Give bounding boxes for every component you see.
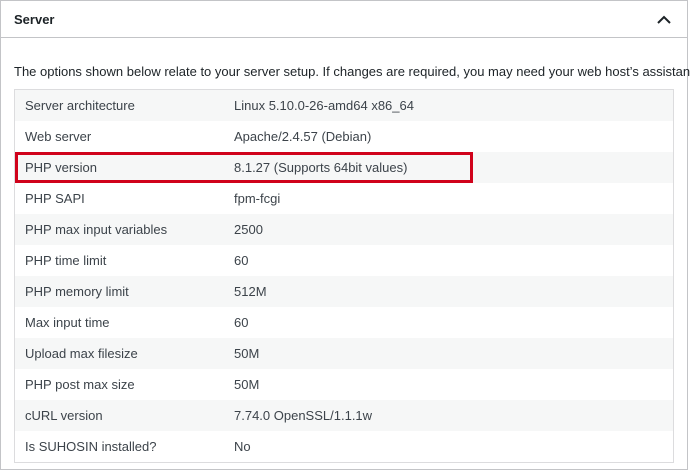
row-value: 60 [224, 245, 674, 276]
server-info-table: Server architecture Linux 5.10.0-26-amd64… [14, 89, 674, 463]
row-label: PHP memory limit [14, 276, 224, 307]
table-row: PHP memory limit 512M [14, 276, 674, 307]
row-value: 60 [224, 307, 674, 338]
row-label: Upload max filesize [14, 338, 224, 369]
table-row: PHP max input variables 2500 [14, 214, 674, 245]
row-value: 2500 [224, 214, 674, 245]
row-value: Linux 5.10.0-26-amd64 x86_64 [224, 89, 674, 121]
table-row: PHP SAPI fpm-fcgi [14, 183, 674, 214]
row-label: Server architecture [14, 89, 224, 121]
panel-title: Server [14, 11, 55, 27]
row-value: 50M [224, 369, 674, 400]
row-label: cURL version [14, 400, 224, 431]
table-row: PHP version 8.1.27 (Supports 64bit values… [14, 152, 674, 183]
row-value: Apache/2.4.57 (Debian) [224, 121, 674, 152]
table-row: Is SUHOSIN installed? No [14, 431, 674, 463]
table-row: Max input time 60 [14, 307, 674, 338]
row-label: PHP time limit [14, 245, 224, 276]
table-row: PHP post max size 50M [14, 369, 674, 400]
table-row: Upload max filesize 50M [14, 338, 674, 369]
table-row: Server architecture Linux 5.10.0-26-amd64… [14, 89, 674, 121]
panel-description: The options shown below relate to your s… [14, 64, 690, 79]
table-row: Web server Apache/2.4.57 (Debian) [14, 121, 674, 152]
row-label: PHP max input variables [14, 214, 224, 245]
server-panel-header[interactable]: Server [1, 1, 687, 38]
row-value: 7.74.0 OpenSSL/1.1.1w [224, 400, 674, 431]
row-value: No [224, 431, 674, 463]
chevron-up-icon[interactable] [653, 8, 675, 30]
row-label: Is SUHOSIN installed? [14, 431, 224, 463]
row-label: Max input time [14, 307, 224, 338]
row-value: 50M [224, 338, 674, 369]
row-label: Web server [14, 121, 224, 152]
row-label: PHP post max size [14, 369, 224, 400]
row-label: PHP SAPI [14, 183, 224, 214]
row-value: 8.1.27 (Supports 64bit values) [224, 152, 674, 183]
row-value: fpm-fcgi [224, 183, 674, 214]
row-label: PHP version [14, 152, 224, 183]
table-row: cURL version 7.74.0 OpenSSL/1.1.1w [14, 400, 674, 431]
table-row: PHP time limit 60 [14, 245, 674, 276]
row-value: 512M [224, 276, 674, 307]
